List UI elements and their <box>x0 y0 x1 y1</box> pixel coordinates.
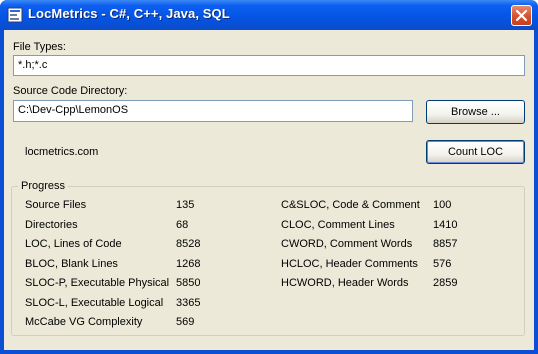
metric-label: HCWORD, Header Words <box>281 277 409 289</box>
metric-value: 1410 <box>433 219 458 231</box>
window-title: LocMetrics - C#, C++, Java, SQL <box>28 6 230 21</box>
metric-label: Directories <box>25 219 78 231</box>
locmetrics-link[interactable]: locmetrics.com <box>25 146 98 158</box>
metric-value: 135 <box>176 199 195 211</box>
file-types-input[interactable]: *.h;*.c <box>13 55 525 76</box>
metric-value: 68 <box>176 219 189 231</box>
metric-value: 100 <box>433 199 452 211</box>
title-bar[interactable]: LocMetrics - C#, C++, Java, SQL <box>0 0 538 30</box>
metric-value: 1268 <box>176 258 201 270</box>
metric-label: CLOC, Comment Lines <box>281 219 395 231</box>
metric-label: C&SLOC, Code & Comment <box>281 199 420 211</box>
browse-button[interactable]: Browse ... <box>426 100 525 124</box>
metric-label: SLOC-L, Executable Logical <box>25 297 164 309</box>
metric-value: 2859 <box>433 277 458 289</box>
metric-value: 569 <box>176 316 195 328</box>
file-types-label: File Types: <box>13 41 66 53</box>
source-dir-label: Source Code Directory: <box>13 85 128 97</box>
metric-value: 5850 <box>176 277 201 289</box>
app-icon <box>7 7 23 23</box>
app-window: LocMetrics - C#, C++, Java, SQL File Typ… <box>0 0 538 354</box>
close-button[interactable] <box>511 5 532 26</box>
close-icon <box>515 9 528 22</box>
metric-label: CWORD, Comment Words <box>281 238 413 250</box>
metric-label: SLOC-P, Executable Physical <box>25 277 170 289</box>
metric-value: 8857 <box>433 238 458 250</box>
metric-label: Source Files <box>25 199 87 211</box>
source-dir-input[interactable]: C:\Dev-Cpp\LemonOS <box>13 100 413 122</box>
client-area: File Types: *.h;*.c Source Code Director… <box>4 30 534 350</box>
count-loc-button[interactable]: Count LOC <box>426 140 525 164</box>
metric-value: 3365 <box>176 297 201 309</box>
progress-title: Progress <box>18 180 69 192</box>
metric-label: LOC, Lines of Code <box>25 238 122 250</box>
metric-label: BLOC, Blank Lines <box>25 258 118 270</box>
metric-value: 8528 <box>176 238 201 250</box>
metric-label: McCabe VG Complexity <box>25 316 143 328</box>
metric-label: HCLOC, Header Comments <box>281 258 418 270</box>
metric-value: 576 <box>433 258 452 270</box>
